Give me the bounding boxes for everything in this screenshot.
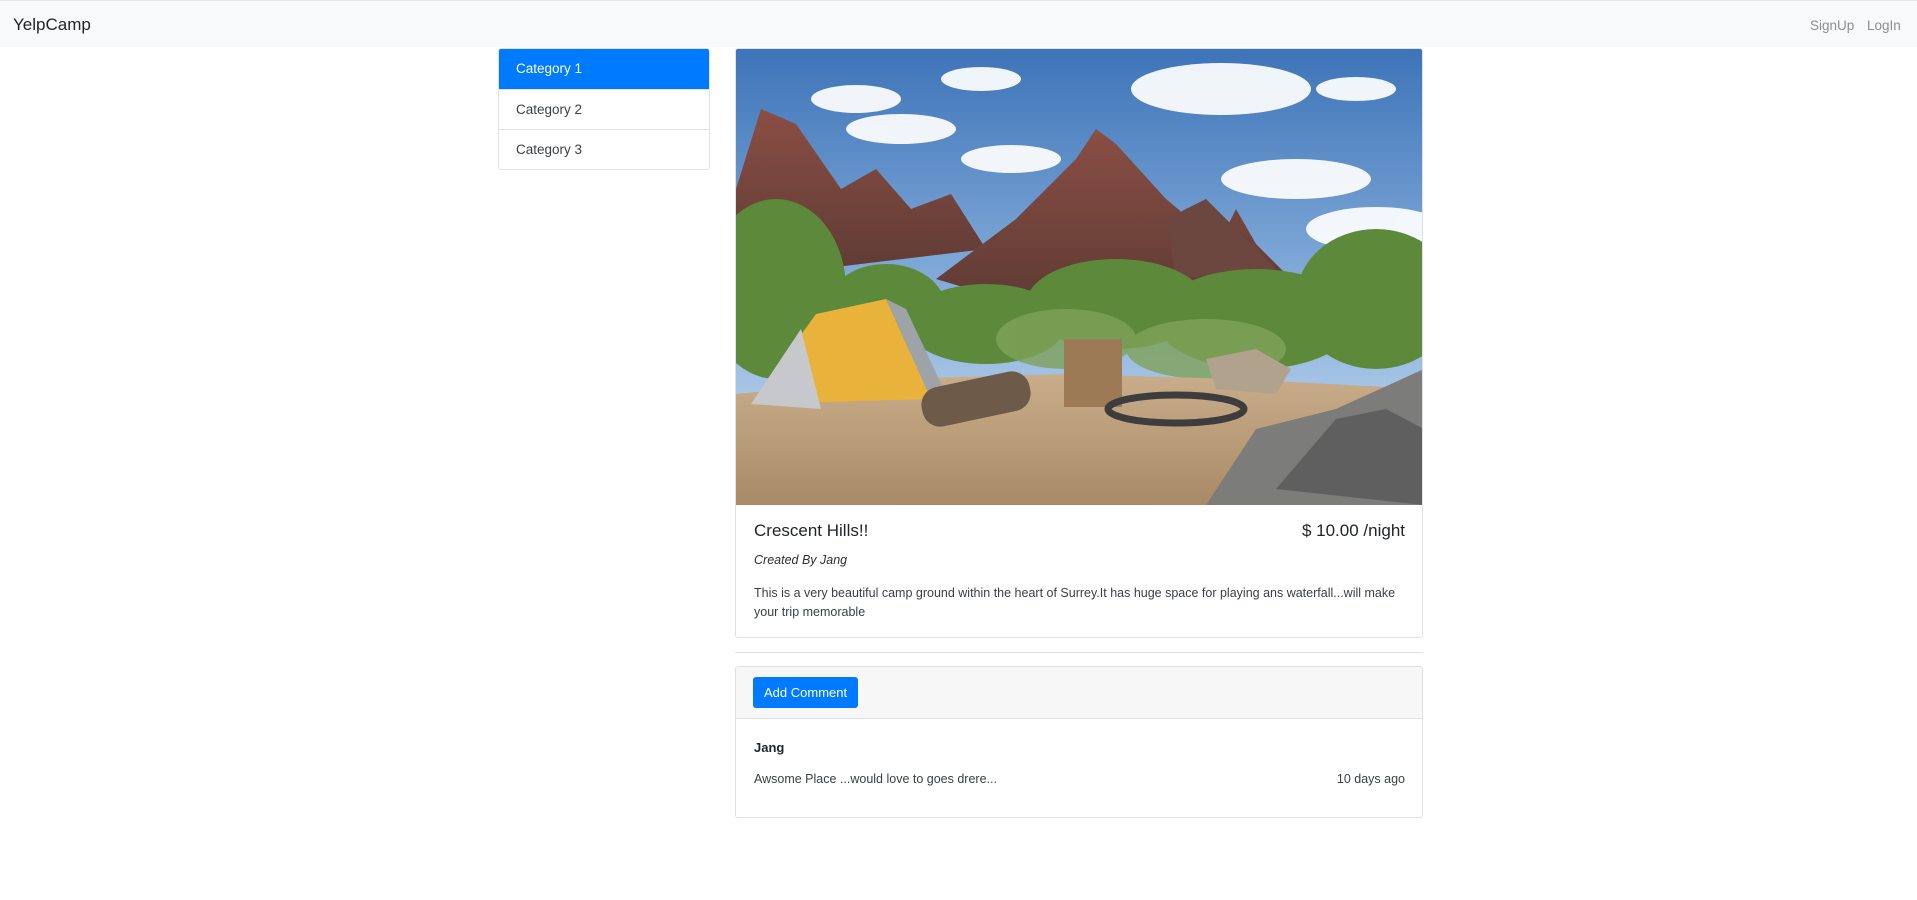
comments-card: Add Comment Jang Awsome Place ...would l… (735, 666, 1423, 818)
category-item-2[interactable]: Category 2 (499, 89, 709, 129)
comment-text: Awsome Place ...would love to goes drere… (754, 772, 997, 786)
comment-timestamp: 10 days ago (1336, 772, 1405, 786)
brand-link[interactable]: YelpCamp (13, 15, 91, 35)
comments-header: Add Comment (736, 667, 1422, 719)
signup-link[interactable]: SignUp (1810, 18, 1854, 33)
campground-card: Crescent Hills!! $ 10.00 /night Created … (735, 48, 1423, 638)
campground-image (736, 49, 1422, 505)
campground-description: This is a very beautiful camp ground wit… (754, 586, 1396, 619)
category-list: Category 1 Category 2 Category 3 (498, 48, 710, 170)
comment-author: Jang (754, 740, 785, 755)
login-link[interactable]: LogIn (1867, 18, 1901, 33)
divider (735, 652, 1423, 653)
add-comment-button[interactable]: Add Comment (753, 677, 859, 708)
campground-price: $ 10.00 /night (1301, 521, 1405, 540)
campground-author: Created By Jang (754, 553, 848, 567)
category-item-3[interactable]: Category 3 (499, 129, 709, 169)
navbar: YelpCamp SignUp LogIn (0, 0, 1917, 47)
category-item-1[interactable]: Category 1 (499, 49, 709, 89)
campground-name: Crescent Hills!! (754, 521, 869, 540)
